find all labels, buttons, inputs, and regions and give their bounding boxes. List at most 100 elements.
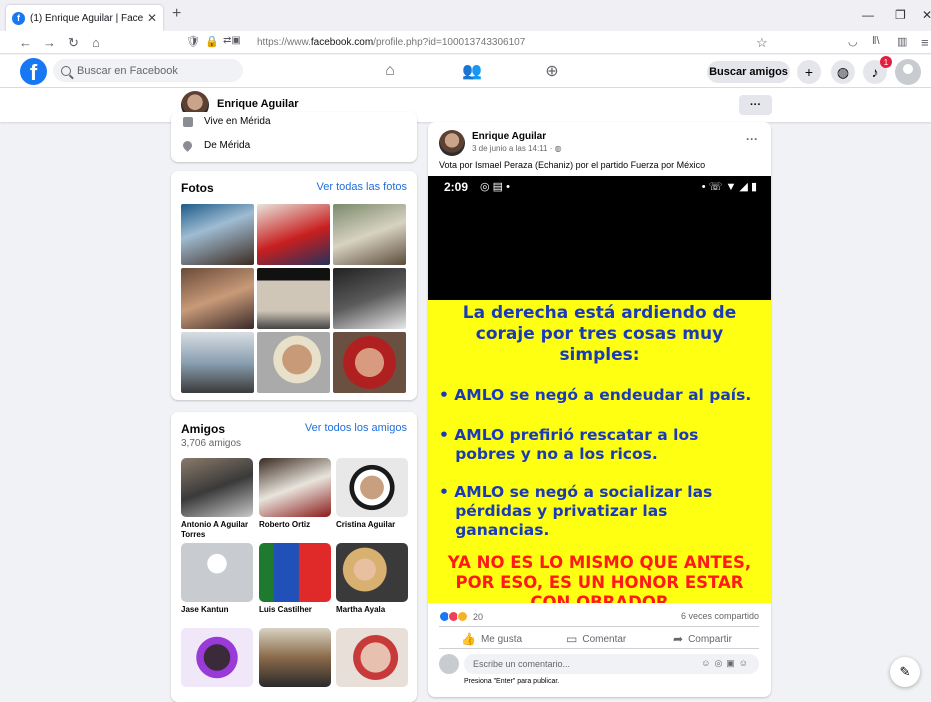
search-input[interactable]: Buscar en Facebook	[53, 59, 243, 82]
friend-name[interactable]: Roberto Ortiz	[259, 520, 331, 530]
post-author-avatar[interactable]	[439, 130, 465, 156]
friend-photo[interactable]	[259, 458, 331, 517]
post-options-icon[interactable]: ···	[746, 132, 758, 146]
meme-bullet-line: • AMLO prefirió rescatar a los	[439, 426, 699, 444]
friend-item[interactable]: Luis Castilher	[259, 543, 331, 615]
meme-footer-line: POR ESO, ES UN HONOR ESTAR	[455, 573, 744, 592]
friend-photo[interactable]	[336, 628, 408, 687]
menu-icon[interactable]: ≡	[921, 35, 929, 50]
back-icon[interactable]: ←	[19, 35, 32, 50]
friend-name[interactable]: Cristina Aguilar	[336, 520, 408, 530]
reactions-summary[interactable]: 20	[439, 611, 483, 622]
share-icon: ➦	[673, 632, 684, 646]
comment-hint: Presiona "Enter" para publicar.	[464, 678, 560, 685]
facebook-logo-icon[interactable]: f	[20, 58, 47, 85]
photo-thumbnail[interactable]	[181, 332, 254, 393]
new-tab-icon[interactable]: +	[172, 5, 181, 23]
status-app-icons: ◎ ▤ •	[480, 181, 510, 193]
account-avatar[interactable]	[895, 59, 921, 85]
friend-photo[interactable]	[336, 543, 408, 602]
comment-button[interactable]: ▭ Comentar	[566, 632, 626, 646]
new-message-icon[interactable]: ✎	[890, 657, 920, 687]
friend-item[interactable]: Martha Ayala	[336, 543, 408, 615]
friend-name[interactable]: Jase Kantun	[181, 605, 253, 615]
friends-count: 3,706 amigos	[181, 438, 242, 449]
home-nav-icon[interactable]: ⌂	[378, 60, 402, 82]
from-row: De Mérida	[181, 139, 250, 152]
meme-bullet-line: ganancias.	[439, 521, 550, 539]
meme-footer-line: CON OBRADOR	[530, 593, 669, 603]
share-button[interactable]: ➦ Compartir	[673, 632, 732, 646]
comment-icon: ▭	[566, 632, 578, 646]
see-all-friends-link[interactable]: Ver todos los amigos	[305, 422, 407, 434]
lives-in-row: Vive en Mérida	[183, 116, 271, 127]
post-date[interactable]: 3 de junio a las 14:11 · ◍	[472, 144, 562, 153]
facebook-header: f Buscar en Facebook ⌂ 👥 ⊕ Buscar amigos…	[0, 55, 931, 88]
friend-name[interactable]: Martha Ayala	[336, 605, 408, 615]
friend-item[interactable]: Antonio A Aguilar Torres	[181, 458, 253, 540]
friend-item[interactable]: Roberto Ortiz	[259, 458, 331, 530]
see-all-photos-link[interactable]: Ver todas las fotos	[317, 181, 408, 193]
find-friends-button[interactable]: Buscar amigos	[707, 61, 790, 83]
friend-item[interactable]	[336, 628, 408, 687]
thumbs-up-icon: 👍	[461, 632, 476, 646]
close-tab-icon[interactable]: ✕	[147, 11, 157, 25]
library-icon[interactable]: ‖\	[872, 35, 880, 47]
house-icon	[183, 116, 193, 127]
friend-item[interactable]	[259, 628, 331, 687]
profile-more-button[interactable]: ···	[739, 95, 772, 115]
friends-nav-icon[interactable]: 👥	[460, 60, 484, 82]
forward-icon[interactable]: →	[43, 35, 56, 50]
create-icon[interactable]: +	[797, 60, 821, 84]
like-button[interactable]: 👍 Me gusta	[461, 632, 522, 646]
friend-photo[interactable]	[259, 628, 331, 687]
bookmark-star-icon[interactable]: ☆	[756, 35, 768, 51]
friend-photo[interactable]	[181, 458, 253, 517]
browser-tab[interactable]: f (1) Enrique Aguilar | Facebook ✕	[6, 5, 163, 31]
profile-name[interactable]: Enrique Aguilar	[217, 98, 299, 110]
friend-name[interactable]: Luis Castilher	[259, 605, 331, 615]
pocket-icon[interactable]: ◡	[848, 35, 858, 48]
tab-title: (1) Enrique Aguilar | Facebook	[30, 12, 143, 24]
friend-name[interactable]: Antonio A Aguilar Torres	[181, 520, 253, 540]
friend-item[interactable]	[181, 628, 253, 687]
comment-input[interactable]: Escribe un comentario... ☺◎▣☺	[464, 654, 759, 674]
photo-thumbnail[interactable]	[257, 332, 330, 393]
post-image[interactable]: 2:09 ◎ ▤ • • ☏ ▼ ◢ ▮ La derecha está ard…	[428, 176, 771, 603]
address-bar[interactable]: https://www.facebook.com/profile.php?id=…	[257, 37, 525, 48]
messenger-icon[interactable]: ◍	[831, 60, 855, 84]
minimize-icon[interactable]: —	[862, 8, 874, 22]
friend-photo[interactable]	[181, 543, 253, 602]
photo-thumbnail[interactable]	[333, 268, 406, 329]
reload-icon[interactable]: ↻	[68, 35, 79, 51]
globe-icon: ◍	[554, 144, 562, 153]
photo-thumbnail[interactable]	[181, 268, 254, 329]
close-window-icon[interactable]: ✕	[922, 8, 931, 22]
meme-bullet-line: • AMLO se negó a endeudar al país.	[439, 386, 752, 404]
comment-attachment-icons[interactable]: ☺◎▣☺	[701, 658, 752, 669]
friend-item[interactable]: Jase Kantun	[181, 543, 253, 615]
friend-photo[interactable]	[336, 458, 408, 517]
permissions-icon[interactable]: ⇄▣	[223, 35, 241, 46]
phone-status-bar: 2:09 ◎ ▤ • • ☏ ▼ ◢ ▮	[428, 176, 771, 300]
notification-badge: 1	[880, 56, 892, 68]
shield-icon[interactable]: 🛡	[186, 35, 200, 48]
post-author-name[interactable]: Enrique Aguilar	[472, 131, 546, 142]
facebook-favicon-icon: f	[12, 11, 25, 25]
friend-photo[interactable]	[259, 543, 331, 602]
photos-title: Fotos	[181, 181, 214, 195]
photo-thumbnail[interactable]	[333, 204, 406, 265]
friend-photo[interactable]	[181, 628, 253, 687]
photo-thumbnail[interactable]	[257, 268, 330, 329]
photo-thumbnail[interactable]	[333, 332, 406, 393]
restore-icon[interactable]: ❐	[895, 8, 906, 22]
lock-icon[interactable]: 🔒	[205, 35, 219, 48]
friend-item[interactable]: Cristina Aguilar	[336, 458, 408, 530]
home-icon[interactable]: ⌂	[92, 35, 100, 50]
photo-thumbnail[interactable]	[257, 204, 330, 265]
photo-thumbnail[interactable]	[181, 204, 254, 265]
shares-count[interactable]: 6 veces compartido	[681, 611, 759, 621]
meme-footer-line: YA NO ES LO MISMO QUE ANTES,	[447, 553, 752, 572]
sidebar-icon[interactable]: ▥	[897, 35, 907, 48]
groups-nav-icon[interactable]: ⊕	[540, 60, 564, 82]
